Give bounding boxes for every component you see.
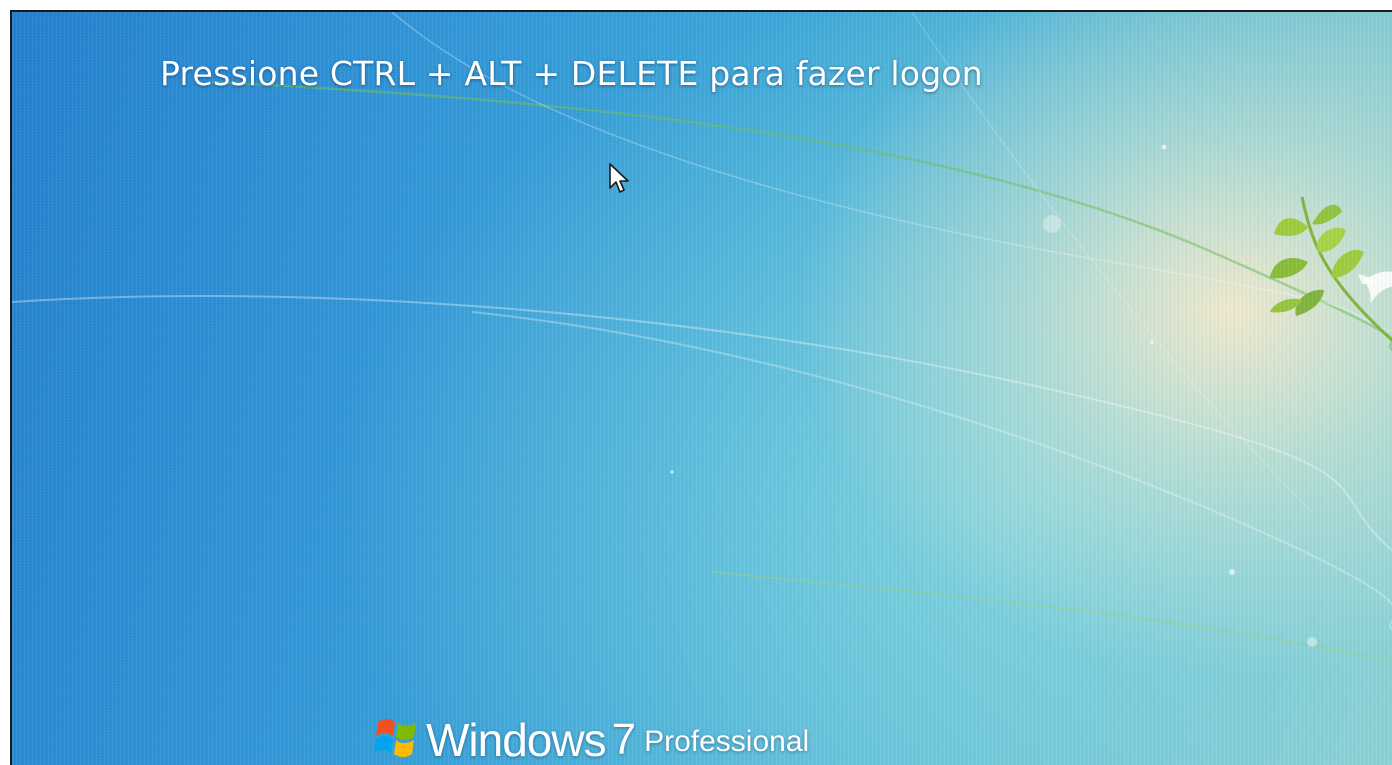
photo-frame: Pressione CTRL + ALT + DELETE para fazer…: [0, 0, 1392, 765]
sparkle-dot: [1150, 340, 1154, 344]
sparkle-dot: [670, 470, 674, 474]
sparkle-dot: [1161, 144, 1167, 150]
wallpaper-streak: [12, 295, 1392, 552]
product-name: Windows: [426, 714, 607, 765]
wallpaper-streak: [471, 311, 1392, 632]
sparkle-dot: [1229, 569, 1235, 575]
windows-logon-screen[interactable]: Pressione CTRL + ALT + DELETE para fazer…: [10, 10, 1392, 765]
mouse-pointer-icon: [609, 163, 629, 193]
leaf-branch-icon: [1270, 196, 1392, 343]
logon-prompt-text: Pressione CTRL + ALT + DELETE para fazer…: [160, 54, 983, 93]
product-edition: Professional: [644, 725, 810, 758]
windows-logo-icon: [374, 719, 416, 757]
white-bird-icon: [1358, 271, 1392, 304]
wallpaper-streak: [711, 571, 1392, 663]
windows-branding: Windows 7 Professional: [372, 708, 809, 765]
sparkle-dot: [1043, 215, 1061, 233]
wallpaper-swirls: [12, 12, 1392, 663]
product-version: 7: [611, 715, 637, 764]
sparkle-dot: [1307, 637, 1317, 647]
wallpaper-streak: [211, 80, 1392, 352]
